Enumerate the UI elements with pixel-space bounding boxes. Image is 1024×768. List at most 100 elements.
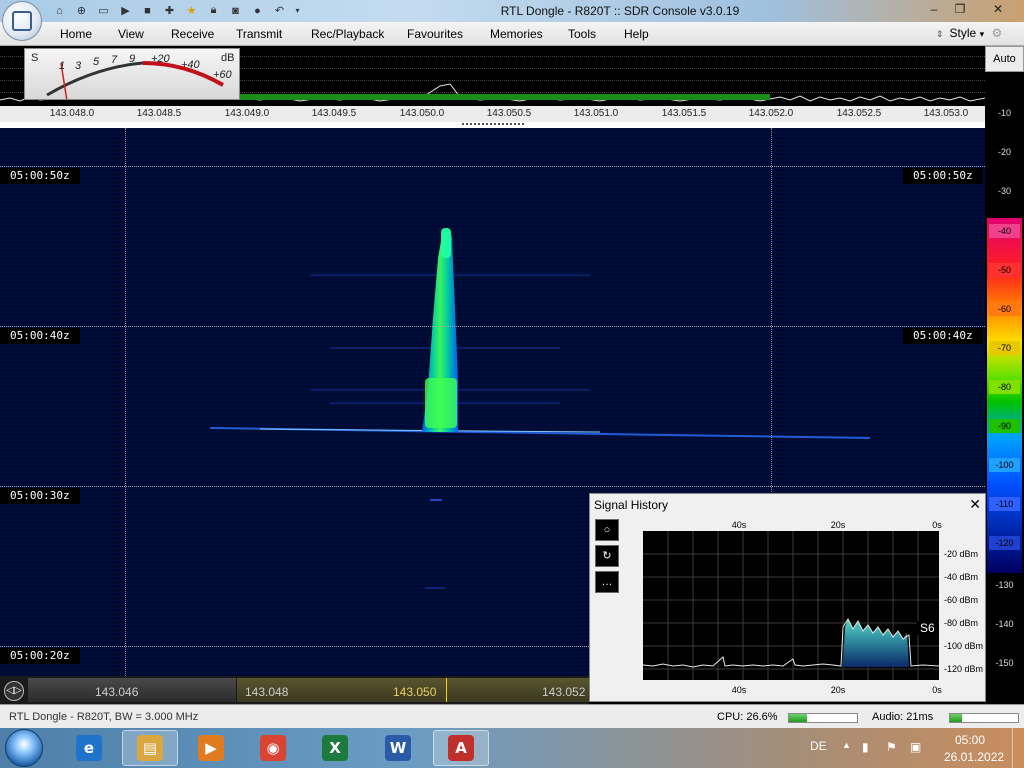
- menu-transmit[interactable]: Transmit: [236, 27, 282, 41]
- menu-view[interactable]: View: [118, 27, 144, 41]
- s-meter: S dB 1 3 5 7 9 +20 +40 +60: [24, 48, 240, 100]
- s-tick: 7: [111, 54, 118, 66]
- level-tick: -90: [989, 419, 1020, 433]
- menu-receive[interactable]: Receive: [171, 27, 214, 41]
- freq-tick: 143.048.5: [136, 108, 182, 119]
- bulb-icon[interactable]: ●: [250, 3, 265, 18]
- menu-tools[interactable]: Tools: [568, 27, 596, 41]
- language-indicator[interactable]: DE: [810, 739, 827, 753]
- time-label: 40s: [731, 685, 747, 695]
- freq-tick: 143.050.5: [486, 108, 532, 119]
- taskbar-chrome[interactable]: ◉: [245, 730, 301, 766]
- dbm-label: -80 dBm: [944, 618, 979, 628]
- start-button[interactable]: [5, 729, 43, 767]
- freq-tick: 143.053.0: [923, 108, 969, 119]
- level-tick: -20: [997, 147, 1011, 157]
- freq-tick: 143.051.5: [661, 108, 707, 119]
- help-icon[interactable]: ⊕: [74, 3, 89, 18]
- auto-button[interactable]: Auto: [985, 46, 1024, 72]
- tray-expand-icon[interactable]: ▲: [842, 740, 851, 750]
- freq-tick: 143.051.0: [573, 108, 619, 119]
- taskbar-ie[interactable]: e: [61, 730, 117, 766]
- updown-icon: ⇕: [936, 29, 944, 39]
- media-player-icon: ▶: [198, 735, 224, 761]
- app-menu-button[interactable]: [2, 1, 42, 41]
- window-title: RTL Dongle - R820T :: SDR Console v3.0.1…: [500, 4, 740, 18]
- band-toggle-button[interactable]: ◁▷: [4, 681, 24, 701]
- time-label: 40s: [731, 520, 747, 530]
- frequency-band-bar[interactable]: ◁▷ 143.046 143.048 143.050 143.052: [0, 676, 589, 704]
- taskbar-excel[interactable]: X: [307, 730, 363, 766]
- time-label: 0s: [932, 685, 942, 695]
- taskbar-sdr-console[interactable]: A: [433, 730, 489, 766]
- audio-meter: [949, 713, 1019, 723]
- show-desktop-button[interactable]: [1012, 728, 1024, 768]
- band-label: 143.052: [542, 685, 586, 699]
- freq-tick: 143.052.5: [836, 108, 882, 119]
- frequency-axis[interactable]: 143.048.0 143.048.5 143.049.0 143.049.5 …: [0, 106, 985, 122]
- level-tick: -150: [995, 658, 1014, 668]
- flag-icon[interactable]: ⚑: [886, 740, 897, 754]
- freq-tick: 143.049.0: [224, 108, 270, 119]
- time-gridline: [0, 166, 985, 167]
- signal-level-bar: [240, 94, 770, 100]
- record-icon[interactable]: ○: [595, 519, 619, 541]
- play-icon[interactable]: ▶: [118, 3, 133, 18]
- timestamp-label: 05:00:50z: [903, 168, 983, 184]
- home-icon[interactable]: ⌂: [52, 3, 67, 18]
- freq-tick: 143.050.0: [399, 108, 445, 119]
- audio-label: Audio: 21ms: [872, 711, 934, 723]
- menu-rec-playback[interactable]: Rec/Playback: [311, 27, 384, 41]
- close-icon[interactable]: ✕: [969, 496, 981, 513]
- s-tick: 5: [93, 56, 100, 68]
- timestamp-label: 05:00:40z: [0, 328, 80, 344]
- level-tick: -10: [997, 108, 1011, 118]
- s-reading: S6: [917, 621, 938, 635]
- time-label: 0s: [932, 520, 942, 530]
- time-label: 20s: [830, 520, 846, 530]
- level-tick: -130: [995, 580, 1014, 590]
- lock-icon[interactable]: 🔒︎: [206, 3, 221, 18]
- camera-icon[interactable]: ◙: [228, 3, 243, 18]
- menu-memories[interactable]: Memories: [490, 27, 543, 41]
- s-label: S: [31, 52, 39, 64]
- refresh-icon[interactable]: ↻: [595, 545, 619, 567]
- cpu-meter: [788, 713, 858, 723]
- taskbar-word[interactable]: W: [370, 730, 426, 766]
- more-icon[interactable]: …: [595, 571, 619, 593]
- minimize-button[interactable]: –: [920, 0, 948, 20]
- clock-time[interactable]: 05:00: [955, 733, 985, 747]
- dbm-label: -60 dBm: [944, 595, 979, 605]
- level-tick: -120: [989, 536, 1020, 550]
- menu-home[interactable]: Home: [60, 27, 92, 41]
- level-tick: -140: [995, 619, 1014, 629]
- dbm-label: -100 dBm: [944, 641, 984, 651]
- clock-date[interactable]: 26.01.2022: [944, 750, 1004, 764]
- stop-icon[interactable]: ■: [140, 3, 155, 18]
- dbm-label: -20 dBm: [944, 549, 979, 559]
- star-icon[interactable]: ★: [184, 3, 199, 18]
- usb-icon[interactable]: ▮: [862, 740, 869, 754]
- freq-tick: 143.048.0: [49, 108, 95, 119]
- menu-favourites[interactable]: Favourites: [407, 27, 463, 41]
- style-menu[interactable]: ⇕ Style ▾ ⚙: [936, 26, 1002, 40]
- freq-gridline: [125, 128, 126, 676]
- gear-icon[interactable]: ⚙: [991, 26, 1002, 40]
- taskbar-explorer[interactable]: ▤: [122, 730, 178, 766]
- menu-help[interactable]: Help: [624, 27, 649, 41]
- signal-history-window[interactable]: Signal History ✕ ○ ↻ … 40s 20s 0s S6 -20: [589, 493, 986, 702]
- undo-icon[interactable]: ↶: [272, 3, 287, 18]
- close-button[interactable]: ✕: [976, 0, 1020, 20]
- dropdown-icon[interactable]: ▾: [290, 3, 305, 18]
- s-tick: 9: [129, 53, 136, 65]
- s-tick: 3: [75, 60, 82, 72]
- restore-button[interactable]: ❐: [946, 0, 974, 20]
- db-label: dB: [221, 52, 235, 64]
- add-icon[interactable]: ✚: [162, 3, 177, 18]
- signal-history-title: Signal History: [594, 498, 669, 512]
- timestamp-label: 05:00:30z: [0, 488, 80, 504]
- cpu-label: CPU: 26.6%: [717, 711, 778, 723]
- folder-icon[interactable]: ▭: [96, 3, 111, 18]
- taskbar-media-player[interactable]: ▶: [183, 730, 239, 766]
- network-icon[interactable]: ▣: [910, 740, 921, 754]
